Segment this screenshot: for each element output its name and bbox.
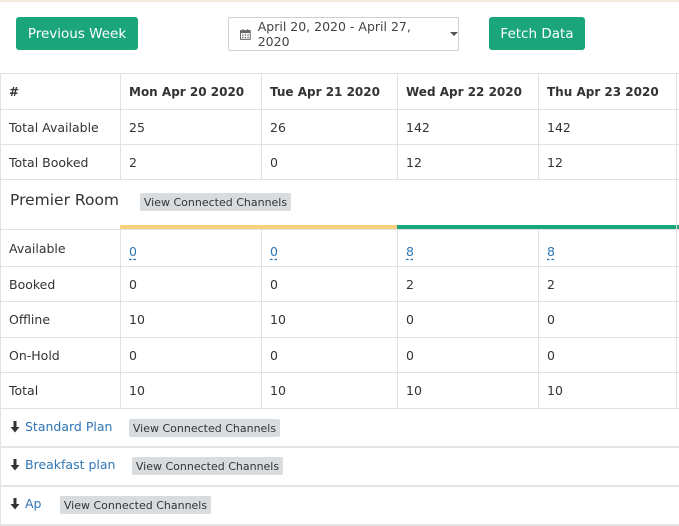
arrow-down-icon (10, 420, 20, 432)
table-header-row: # Mon Apr 20 2020 Tue Apr 21 2020 Wed Ap… (0, 74, 679, 109)
row-label: Total Available (9, 119, 99, 135)
view-connected-channels-button[interactable]: View Connected Channels (60, 496, 211, 514)
table-cell: 10 (129, 312, 145, 327)
plan-label: Standard Plan (25, 419, 113, 434)
header-cell-index: # (9, 84, 20, 99)
plan-row: Standard Plan View Connected Channels (0, 409, 679, 446)
grid-line (0, 448, 1, 485)
table-row: Total 10 10 10 10 (0, 373, 679, 408)
grid-line (676, 373, 677, 408)
table-cell: 0 (129, 347, 137, 363)
available-count-link[interactable]: 0 (270, 244, 278, 259)
available-count-link[interactable]: 8 (547, 244, 555, 259)
fetch-data-button[interactable]: Fetch Data (489, 17, 585, 50)
table-cell: 12 (406, 154, 422, 170)
view-connected-channels-button[interactable]: View Connected Channels (129, 419, 280, 437)
top-border (0, 0, 679, 2)
available-count-link[interactable]: 8 (406, 244, 414, 259)
grid-line (676, 74, 677, 109)
grid-line (676, 110, 677, 144)
table-cell: 10 (406, 383, 422, 398)
grid-line (676, 145, 677, 179)
row-label: Total Booked (9, 154, 89, 170)
table-cell: 25 (129, 119, 145, 135)
row-label: Offline (9, 312, 51, 327)
grid-line (0, 409, 1, 446)
plan-row: Breakfast plan View Connected Channels (0, 448, 679, 485)
arrow-down-icon (10, 458, 20, 470)
table-row: Offline 10 10 0 0 (0, 302, 679, 337)
header-cell-thu: Thu Apr 23 2020 (547, 84, 659, 99)
view-connected-channels-button[interactable]: View Connected Channels (132, 457, 283, 475)
table-cell: 0 (406, 347, 414, 363)
table-cell: 12 (547, 154, 563, 170)
table-cell: 26 (270, 119, 286, 135)
table-row: Booked 0 0 2 2 (0, 267, 679, 301)
table-row: On-Hold 0 0 0 0 (0, 338, 679, 372)
view-connected-channels-button[interactable]: View Connected Channels (140, 193, 291, 211)
row-label: Booked (9, 276, 56, 292)
table-cell: 0 (547, 347, 555, 363)
table-cell: 10 (270, 312, 286, 327)
grid-line (676, 267, 677, 301)
available-count-link[interactable]: 0 (129, 244, 137, 259)
date-range-picker[interactable]: April 20, 2020 - April 27, 2020 (228, 17, 459, 51)
header-cell-tue: Tue Apr 21 2020 (270, 84, 380, 99)
table-row: Total Booked 2 0 12 12 (0, 145, 679, 179)
table-cell: 0 (129, 276, 137, 292)
grid-line (0, 487, 1, 524)
grid-line (676, 338, 677, 372)
header-cell-wed: Wed Apr 22 2020 (406, 84, 522, 99)
plan-link-ap[interactable]: Ap (10, 496, 42, 511)
header-cell-mon: Mon Apr 20 2020 (129, 84, 245, 99)
room-name: Premier Room (10, 191, 120, 209)
table-cell: 2 (129, 154, 137, 170)
row-label: Available (9, 240, 66, 256)
row-label: On-Hold (9, 347, 60, 363)
arrow-down-icon (10, 497, 20, 509)
table-row: Available 0 0 8 8 (0, 230, 679, 266)
table-cell: 0 (120, 230, 261, 266)
table-cell: 0 (270, 154, 278, 170)
plan-row: Ap View Connected Channels (0, 487, 679, 524)
table-cell: 0 (547, 312, 555, 327)
table-cell: 10 (129, 383, 145, 398)
table-cell: 8 (397, 230, 538, 266)
table-cell: 0 (270, 276, 278, 292)
table-cell: 10 (547, 383, 563, 398)
table-cell: 0 (270, 347, 278, 363)
plan-link-breakfast[interactable]: Breakfast plan (10, 457, 115, 472)
table-cell: 0 (261, 230, 397, 266)
row-label: Total (9, 383, 39, 398)
grid-line (676, 180, 677, 229)
table-cell: 0 (406, 312, 414, 327)
table-cell: 2 (406, 276, 414, 292)
grid-line (676, 302, 677, 337)
table-row: Total Available 25 26 142 142 (0, 110, 679, 144)
plan-label: Breakfast plan (25, 457, 116, 472)
calendar-icon (240, 28, 251, 40)
grid-line (676, 230, 677, 266)
table-cell: 142 (406, 119, 430, 135)
previous-week-button[interactable]: Previous Week (16, 17, 138, 50)
table-cell: 8 (538, 230, 679, 266)
table-cell: 142 (547, 119, 571, 135)
caret-down-icon (450, 32, 458, 36)
plan-link-standard[interactable]: Standard Plan (10, 419, 112, 434)
date-range-text: April 20, 2020 - April 27, 2020 (257, 19, 411, 49)
plan-label: Ap (25, 496, 42, 511)
grid-line (0, 180, 1, 229)
room-section-header: Premier Room View Connected Channels (0, 180, 679, 230)
table-cell: 2 (547, 276, 555, 292)
table-cell: 10 (270, 383, 286, 398)
